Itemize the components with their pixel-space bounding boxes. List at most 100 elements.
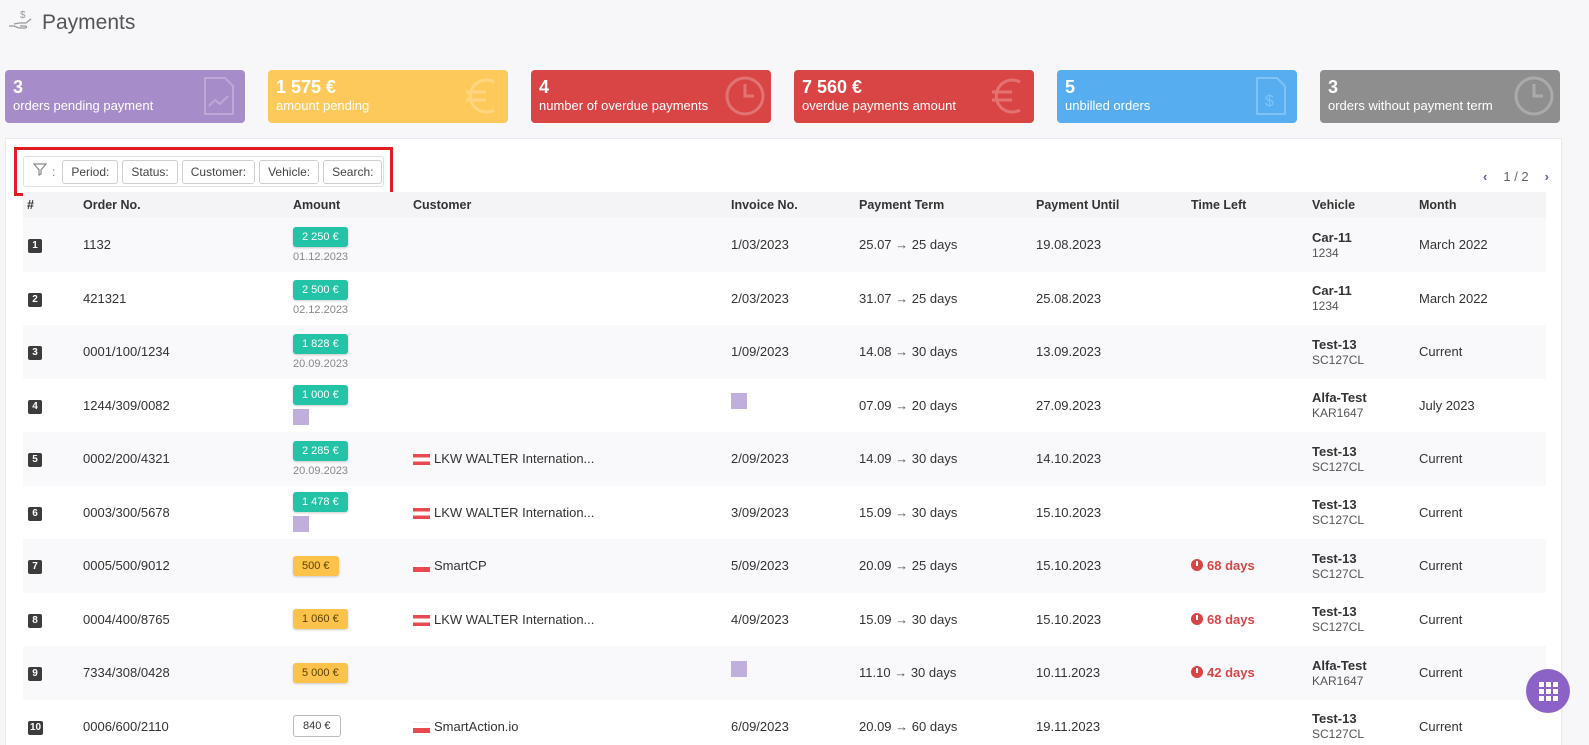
vehicle-name[interactable]: Car-11 bbox=[1312, 283, 1411, 298]
vehicle-name[interactable]: Test-13 bbox=[1312, 604, 1411, 619]
amount-badge: 1 828 € bbox=[293, 333, 348, 354]
col-header-amount[interactable]: Amount bbox=[289, 192, 409, 218]
table-row[interactable]: 1 1132 2 250 € 01.12.2023 1/03/2023 25.07 → 2… bbox=[23, 218, 1546, 272]
row-index: 7 bbox=[28, 560, 42, 575]
placeholder-square bbox=[731, 660, 747, 677]
invoice-number[interactable]: 1/09/2023 bbox=[731, 344, 789, 359]
vehicle-name[interactable]: Alfa-Test bbox=[1312, 390, 1411, 405]
invoice-number[interactable]: 6/09/2023 bbox=[731, 719, 789, 734]
vehicle-plate: KAR1647 bbox=[1312, 406, 1364, 421]
invoice-number[interactable]: 2/03/2023 bbox=[731, 291, 789, 306]
vehicle-name[interactable]: Test-13 bbox=[1312, 337, 1411, 352]
table-row[interactable]: 2 421321 2 500 € 02.12.2023 2/03/2023 31.07 →… bbox=[23, 271, 1546, 325]
filter-icon[interactable] bbox=[32, 161, 48, 182]
col-header-order[interactable]: Order No. bbox=[79, 192, 289, 218]
term-days: 60 days bbox=[911, 718, 958, 734]
filter-status[interactable]: Status: bbox=[122, 159, 178, 184]
stat-card-overdue-count[interactable]: 4 number of overdue payments bbox=[531, 70, 771, 123]
order-number[interactable]: 1132 bbox=[83, 237, 111, 252]
vehicle-plate: SC127CL bbox=[1312, 352, 1365, 367]
table-row[interactable]: 4 1244/309/0082 1 000 € 07.09 → 20 days 27.0… bbox=[23, 378, 1546, 432]
customer-name[interactable]: SmartCP bbox=[434, 558, 487, 573]
vehicle-name[interactable]: Test-13 bbox=[1312, 444, 1411, 459]
row-index: 4 bbox=[28, 399, 42, 414]
filter-customer[interactable]: Customer: bbox=[181, 159, 256, 184]
month: Current bbox=[1419, 611, 1463, 627]
order-number[interactable]: 0003/300/5678 bbox=[83, 505, 170, 520]
payment-until: 27.09.2023 bbox=[1036, 397, 1102, 413]
order-number[interactable]: 0006/600/2110 bbox=[83, 719, 169, 734]
filter-colon: : bbox=[52, 164, 56, 179]
amount-badge: 2 285 € bbox=[293, 440, 348, 461]
col-header-timeleft[interactable]: Time Left bbox=[1187, 192, 1308, 218]
vehicle-plate: SC127CL bbox=[1312, 459, 1365, 474]
time-left: 42 days bbox=[1191, 665, 1255, 680]
stat-card-no-term[interactable]: 3 orders without payment term bbox=[1320, 70, 1560, 123]
vehicle-name[interactable]: Test-13 bbox=[1312, 711, 1411, 726]
invoice-number[interactable]: 1/03/2023 bbox=[731, 237, 789, 252]
payment-until: 19.11.2023 bbox=[1036, 718, 1101, 734]
next-page-button[interactable]: › bbox=[1545, 169, 1549, 184]
row-index: 5 bbox=[28, 453, 42, 468]
vehicle-name[interactable]: Car-11 bbox=[1312, 230, 1411, 245]
col-header-month[interactable]: Month bbox=[1415, 192, 1546, 218]
invoice-number[interactable]: 4/09/2023 bbox=[731, 612, 789, 627]
invoice-number[interactable]: 2/09/2023 bbox=[731, 451, 789, 466]
amount-date: 20.09.2023 bbox=[293, 357, 349, 370]
filter-period[interactable]: Period: bbox=[62, 159, 119, 184]
customer-name[interactable]: LKW WALTER Internation... bbox=[434, 612, 594, 627]
term-days: 30 days bbox=[911, 611, 958, 627]
col-header-until[interactable]: Payment Until bbox=[1032, 192, 1187, 218]
col-header-idx[interactable]: # bbox=[23, 192, 79, 218]
vehicle-name[interactable]: Test-13 bbox=[1312, 551, 1411, 566]
stat-card-overdue-amount[interactable]: 7 560 € overdue payments amount bbox=[794, 70, 1034, 123]
col-header-invoice[interactable]: Invoice No. bbox=[727, 192, 855, 218]
svg-text:$: $ bbox=[1265, 93, 1274, 110]
term-days: 25 days bbox=[911, 290, 958, 306]
term-days: 30 days bbox=[911, 344, 958, 360]
term-date: 20.09 bbox=[859, 718, 892, 734]
order-number[interactable]: 7334/308/0428 bbox=[83, 665, 170, 680]
order-number[interactable]: 1244/309/0082 bbox=[83, 398, 170, 413]
country-flag-icon bbox=[413, 507, 430, 519]
document-chart-icon bbox=[204, 77, 234, 115]
table-row[interactable]: 9 7334/308/0428 5 000 € 11.10 → 30 days 10.1… bbox=[23, 646, 1546, 700]
amount-badge: 1 478 € bbox=[293, 492, 348, 513]
vehicle-name[interactable]: Test-13 bbox=[1312, 497, 1411, 512]
customer-name[interactable]: SmartAction.io bbox=[434, 719, 519, 734]
order-number[interactable]: 0001/100/1234 bbox=[83, 344, 170, 359]
table-row[interactable]: 6 0003/300/5678 1 478 € LKW WALTER Internat… bbox=[23, 485, 1546, 539]
row-index: 10 bbox=[28, 720, 44, 735]
customer-name[interactable]: LKW WALTER Internation... bbox=[434, 451, 594, 466]
invoice-number[interactable]: 3/09/2023 bbox=[731, 505, 789, 520]
apps-fab-button[interactable] bbox=[1526, 669, 1570, 713]
stat-card-pending-orders[interactable]: 3 orders pending payment bbox=[5, 70, 245, 123]
order-number[interactable]: 0005/500/9012 bbox=[83, 558, 170, 573]
prev-page-button[interactable]: ‹ bbox=[1483, 169, 1487, 184]
filter-vehicle[interactable]: Vehicle: bbox=[259, 159, 320, 184]
customer-name[interactable]: LKW WALTER Internation... bbox=[434, 505, 594, 520]
stat-card-amount-pending[interactable]: 1 575 € amount pending bbox=[268, 70, 508, 123]
table-row[interactable]: 7 0005/500/9012 500 € SmartCP 5/09/2023 20.09… bbox=[23, 539, 1546, 593]
month: March 2022 bbox=[1419, 237, 1488, 253]
payments-table: # Order No. Amount Customer Invoice No. … bbox=[23, 192, 1546, 745]
col-header-customer[interactable]: Customer bbox=[409, 192, 727, 218]
row-index: 3 bbox=[28, 346, 42, 361]
stat-card-unbilled[interactable]: 5 unbilled orders $ bbox=[1057, 70, 1297, 123]
order-number[interactable]: 0004/400/8765 bbox=[83, 612, 170, 627]
order-number[interactable]: 421321 bbox=[83, 291, 126, 306]
invoice-number[interactable]: 5/09/2023 bbox=[731, 558, 789, 573]
order-number[interactable]: 0002/200/4321 bbox=[83, 451, 170, 466]
table-row[interactable]: 3 0001/100/1234 1 828 € 20.09.2023 1/09/2023… bbox=[23, 325, 1546, 379]
vehicle-name[interactable]: Alfa-Test bbox=[1312, 658, 1411, 673]
filter-search[interactable]: Search: bbox=[323, 159, 383, 184]
term-date: 31.07 bbox=[859, 290, 892, 306]
table-row[interactable]: 8 0004/400/8765 1 060 € LKW WALTER Internat… bbox=[23, 592, 1546, 646]
col-header-term[interactable]: Payment Term bbox=[855, 192, 1032, 218]
col-header-vehicle[interactable]: Vehicle bbox=[1308, 192, 1415, 218]
table-row[interactable]: 5 0002/200/4321 2 285 € 20.09.2023 LKW WALTE… bbox=[23, 432, 1546, 486]
vehicle-plate: SC127CL bbox=[1312, 566, 1365, 581]
arrow-right-icon: → bbox=[895, 237, 909, 253]
table-row[interactable]: 10 0006/600/2110 840 € SmartAction.io 6/09/2… bbox=[23, 699, 1546, 745]
clock-icon bbox=[1191, 559, 1203, 572]
